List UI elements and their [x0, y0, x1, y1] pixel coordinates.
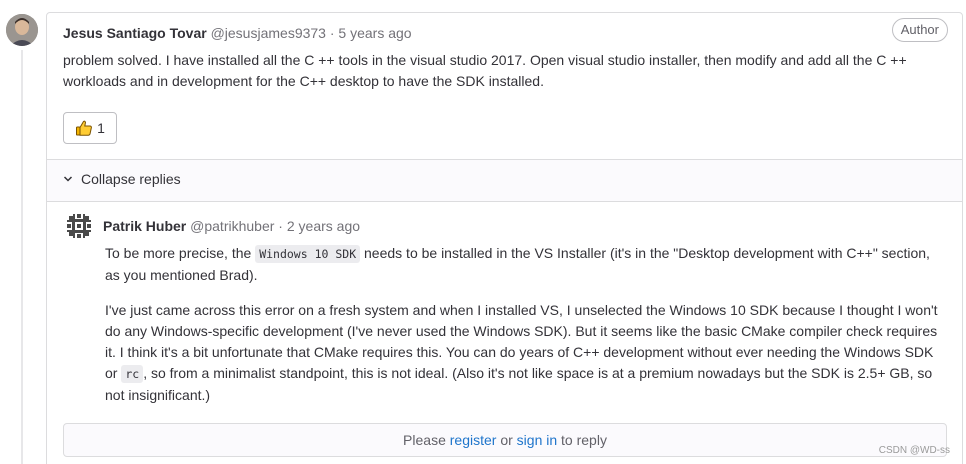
- reply-header: Patrik Huber @patrikhuber · 2 years ago: [103, 217, 360, 235]
- author-username[interactable]: @jesusjames9373: [211, 25, 326, 41]
- reply-timestamp[interactable]: 2 years ago: [287, 218, 360, 234]
- text-segment: , so from a minimalist standpoint, this …: [105, 365, 933, 403]
- identicon-avatar-icon: [63, 210, 95, 242]
- reply-author-name[interactable]: Patrik Huber: [103, 218, 186, 234]
- note-card: Jesus Santiago Tovar @jesusjames9373 · 5…: [46, 12, 963, 464]
- inline-code: rc: [121, 365, 144, 383]
- reply-username[interactable]: @patrikhuber: [190, 218, 274, 234]
- reply-avatar[interactable]: [63, 210, 95, 242]
- text-segment: To be more precise, the: [105, 245, 256, 261]
- separator: ·: [278, 218, 283, 234]
- inline-code: Windows 10 SDK: [255, 245, 361, 263]
- reply-item: Patrik Huber @patrikhuber · 2 years ago …: [47, 202, 962, 464]
- avatar[interactable]: [6, 14, 38, 46]
- thumbs-up-reaction-button[interactable]: 1: [63, 112, 117, 144]
- note-body: problem solved. I have installed all the…: [63, 52, 907, 89]
- author-name[interactable]: Jesus Santiago Tovar: [63, 25, 207, 41]
- reply-body: To be more precise, the Windows 10 SDK n…: [105, 243, 945, 406]
- reply-prompt: Please register or sign in to reply: [63, 423, 947, 457]
- collapse-replies-button[interactable]: Collapse replies: [63, 171, 181, 187]
- timeline-line: [21, 50, 23, 464]
- sign-in-link[interactable]: sign in: [517, 432, 557, 448]
- note-header: Jesus Santiago Tovar @jesusjames9373 · 5…: [63, 24, 412, 42]
- replies-section: Collapse replies Patrik Huber @patrikhub…: [47, 159, 962, 464]
- watermark: CSDN @WD-ss: [878, 445, 950, 456]
- reply-prompt-text: to reply: [561, 432, 607, 448]
- separator: ·: [329, 25, 335, 41]
- thumbs-up-icon: [76, 120, 92, 136]
- reply-paragraph-2: I've just came across this error on a fr…: [105, 300, 945, 406]
- user-avatar-icon: [6, 14, 38, 46]
- reaction-count: 1: [97, 120, 105, 136]
- timestamp[interactable]: 5 years ago: [338, 25, 411, 41]
- reply-prompt-text: Please: [403, 432, 446, 448]
- reply-prompt-text: or: [500, 432, 513, 448]
- reply-paragraph-1: To be more precise, the Windows 10 SDK n…: [105, 243, 945, 286]
- chevron-down-icon: [63, 176, 73, 182]
- collapse-replies-label: Collapse replies: [81, 171, 181, 187]
- author-badge: Author: [891, 18, 948, 42]
- register-link[interactable]: register: [450, 432, 497, 448]
